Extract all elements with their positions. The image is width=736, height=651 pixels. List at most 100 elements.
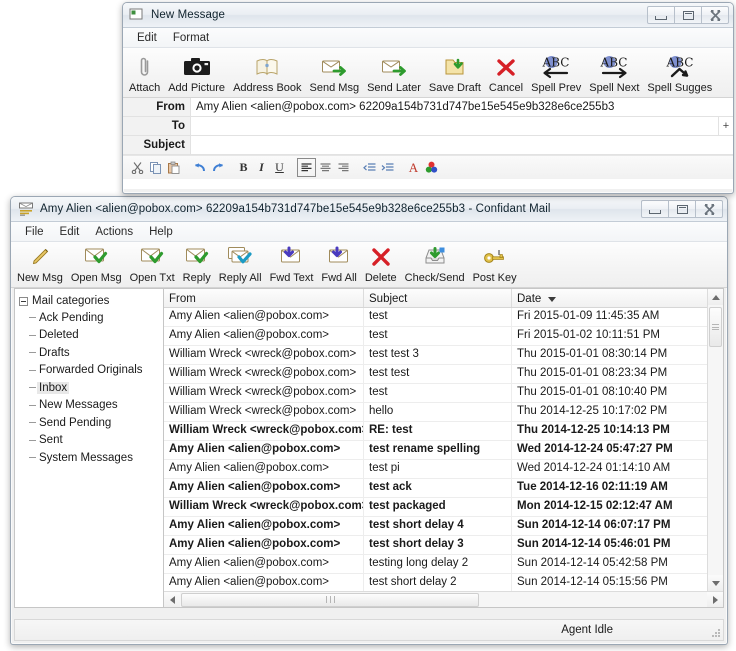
column-header-from[interactable]: From bbox=[164, 289, 364, 307]
scroll-left-button[interactable] bbox=[164, 591, 180, 607]
sidebar-item-send-pending[interactable]: Send Pending bbox=[19, 414, 163, 432]
address-book-button[interactable]: Address Book bbox=[229, 50, 305, 97]
sidebar-item-sent[interactable]: Sent bbox=[19, 432, 163, 450]
from-field[interactable]: Amy Alien <alien@pobox.com> 62209a154b73… bbox=[191, 98, 733, 116]
horizontal-scroll-track[interactable] bbox=[180, 591, 707, 607]
font-icon[interactable]: A bbox=[405, 159, 422, 176]
open-txt-button[interactable]: Open Txt bbox=[126, 240, 179, 287]
sidebar-item-inbox[interactable]: Inbox bbox=[19, 379, 163, 397]
maximize-button[interactable] bbox=[674, 6, 702, 24]
add-recipient-button[interactable]: + bbox=[718, 117, 733, 135]
subject-field[interactable] bbox=[191, 136, 733, 154]
compose-titlebar[interactable]: New Message bbox=[123, 3, 733, 28]
menu-edit[interactable]: Edit bbox=[52, 225, 88, 239]
spell-suggest-button[interactable]: ABC Spell Sugges bbox=[643, 50, 716, 97]
save-draft-button[interactable]: Save Draft bbox=[425, 50, 485, 97]
scroll-right-button[interactable] bbox=[707, 591, 723, 607]
table-row[interactable]: William Wreck <wreck@pobox.com> test test… bbox=[164, 346, 707, 365]
text-color-icon[interactable] bbox=[423, 159, 440, 176]
table-row[interactable]: Amy Alien <alien@pobox.com> test short de… bbox=[164, 517, 707, 536]
cell-date: Wed 2014-12-24 01:14:10 AM bbox=[517, 462, 671, 474]
cut-icon[interactable] bbox=[129, 159, 146, 176]
align-center-icon[interactable] bbox=[317, 159, 334, 176]
sidebar-item-drafts[interactable]: Drafts bbox=[19, 344, 163, 362]
spell-prev-button[interactable]: ABC Spell Prev bbox=[527, 50, 585, 97]
open-msg-button[interactable]: Open Msg bbox=[67, 240, 126, 287]
scroll-up-button[interactable] bbox=[708, 289, 723, 305]
send-msg-button[interactable]: Send Msg bbox=[306, 50, 364, 97]
minimize-button[interactable] bbox=[641, 200, 669, 218]
menu-edit[interactable]: Edit bbox=[129, 31, 165, 45]
menu-help[interactable]: Help bbox=[141, 225, 181, 239]
sidebar-item-system-messages[interactable]: System Messages bbox=[19, 449, 163, 467]
sidebar-item-new-messages[interactable]: New Messages bbox=[19, 397, 163, 415]
outdent-icon[interactable] bbox=[361, 159, 378, 176]
cancel-button[interactable]: Cancel bbox=[485, 50, 527, 97]
to-field[interactable] bbox=[191, 117, 718, 135]
menu-actions[interactable]: Actions bbox=[87, 225, 141, 239]
cell-subject: test test 3 bbox=[364, 346, 512, 364]
cell-from: William Wreck <wreck@pobox.com> bbox=[164, 384, 364, 402]
align-left-icon[interactable] bbox=[297, 158, 316, 177]
column-header-date[interactable]: Date bbox=[512, 289, 707, 307]
main-window-title: Amy Alien <alien@pobox.com> 62209a154b73… bbox=[40, 203, 551, 215]
menu-file[interactable]: File bbox=[17, 225, 52, 239]
resize-grip-icon[interactable] bbox=[710, 627, 720, 637]
sidebar-item-ack-pending[interactable]: Ack Pending bbox=[19, 309, 163, 327]
post-key-button[interactable]: Post Key bbox=[469, 240, 521, 287]
new-msg-button[interactable]: New Msg bbox=[13, 240, 67, 287]
message-list-horizontal-scrollbar[interactable] bbox=[164, 591, 723, 607]
paste-icon[interactable] bbox=[165, 159, 182, 176]
table-row[interactable]: Amy Alien <alien@pobox.com> test Fri 2015-… bbox=[164, 308, 707, 327]
fwd-all-button[interactable]: Fwd All bbox=[317, 240, 360, 287]
table-row[interactable]: William Wreck <wreck@pobox.com> test test… bbox=[164, 365, 707, 384]
close-button[interactable] bbox=[701, 6, 729, 24]
message-body-editor[interactable] bbox=[123, 179, 733, 189]
table-row[interactable]: Amy Alien <alien@pobox.com> test short de… bbox=[164, 536, 707, 555]
fwd-text-button[interactable]: Fwd Text bbox=[266, 240, 318, 287]
delete-button[interactable]: Delete bbox=[361, 240, 401, 287]
close-button[interactable] bbox=[695, 200, 723, 218]
table-row[interactable]: Amy Alien <alien@pobox.com> test rename s… bbox=[164, 441, 707, 460]
message-list-body[interactable]: Amy Alien <alien@pobox.com> test Fri 2015-… bbox=[164, 308, 707, 591]
copy-icon[interactable] bbox=[147, 159, 164, 176]
italic-icon[interactable]: I bbox=[253, 159, 270, 176]
bold-icon[interactable]: B bbox=[235, 159, 252, 176]
reply-button[interactable]: Reply bbox=[179, 240, 215, 287]
vertical-scroll-track[interactable] bbox=[708, 305, 723, 575]
mail-categories-tree[interactable]: Mail categories Ack Pending Deleted Draf… bbox=[14, 288, 164, 608]
maximize-button[interactable] bbox=[668, 200, 696, 218]
table-row[interactable]: William Wreck <wreck@pobox.com> test Thu 2… bbox=[164, 384, 707, 403]
minimize-button[interactable] bbox=[647, 6, 675, 24]
sidebar-item-forwarded-originals[interactable]: Forwarded Originals bbox=[19, 362, 163, 380]
underline-icon[interactable]: U bbox=[271, 159, 288, 176]
collapse-toggle-icon[interactable] bbox=[19, 296, 28, 306]
table-row[interactable]: William Wreck <wreck@pobox.com> test pack… bbox=[164, 498, 707, 517]
message-list-vertical-scrollbar[interactable] bbox=[707, 289, 723, 591]
table-row[interactable]: Amy Alien <alien@pobox.com> test ack Tue 2… bbox=[164, 479, 707, 498]
table-row[interactable]: Amy Alien <alien@pobox.com> testing long … bbox=[164, 555, 707, 574]
redo-icon[interactable] bbox=[209, 159, 226, 176]
vertical-scroll-thumb[interactable] bbox=[709, 307, 722, 347]
reply-all-button[interactable]: Reply All bbox=[215, 240, 266, 287]
check-send-button[interactable]: Check/Send bbox=[401, 240, 469, 287]
align-right-icon[interactable] bbox=[335, 159, 352, 176]
table-row[interactable]: Amy Alien <alien@pobox.com> test Fri 2015-… bbox=[164, 327, 707, 346]
attach-button[interactable]: Attach bbox=[125, 50, 164, 97]
indent-icon[interactable] bbox=[379, 159, 396, 176]
send-later-button[interactable]: Send Later bbox=[363, 50, 425, 97]
horizontal-scroll-thumb[interactable] bbox=[181, 592, 479, 607]
spell-next-button[interactable]: ABC Spell Next bbox=[585, 50, 643, 97]
main-window-titlebar[interactable]: Amy Alien <alien@pobox.com> 62209a154b73… bbox=[11, 197, 727, 222]
table-row[interactable]: Amy Alien <alien@pobox.com> test pi Wed 20… bbox=[164, 460, 707, 479]
tree-root-mail-categories[interactable]: Mail categories bbox=[19, 293, 163, 309]
table-row[interactable]: William Wreck <wreck@pobox.com> RE: test T… bbox=[164, 422, 707, 441]
add-picture-button[interactable]: Add Picture bbox=[164, 50, 229, 97]
scroll-down-button[interactable] bbox=[708, 575, 723, 591]
sidebar-item-deleted[interactable]: Deleted bbox=[19, 327, 163, 345]
undo-icon[interactable] bbox=[191, 159, 208, 176]
column-header-subject[interactable]: Subject bbox=[364, 289, 512, 307]
menu-format[interactable]: Format bbox=[165, 31, 217, 45]
table-row[interactable]: Amy Alien <alien@pobox.com> test short de… bbox=[164, 574, 707, 591]
table-row[interactable]: William Wreck <wreck@pobox.com> hello Thu … bbox=[164, 403, 707, 422]
